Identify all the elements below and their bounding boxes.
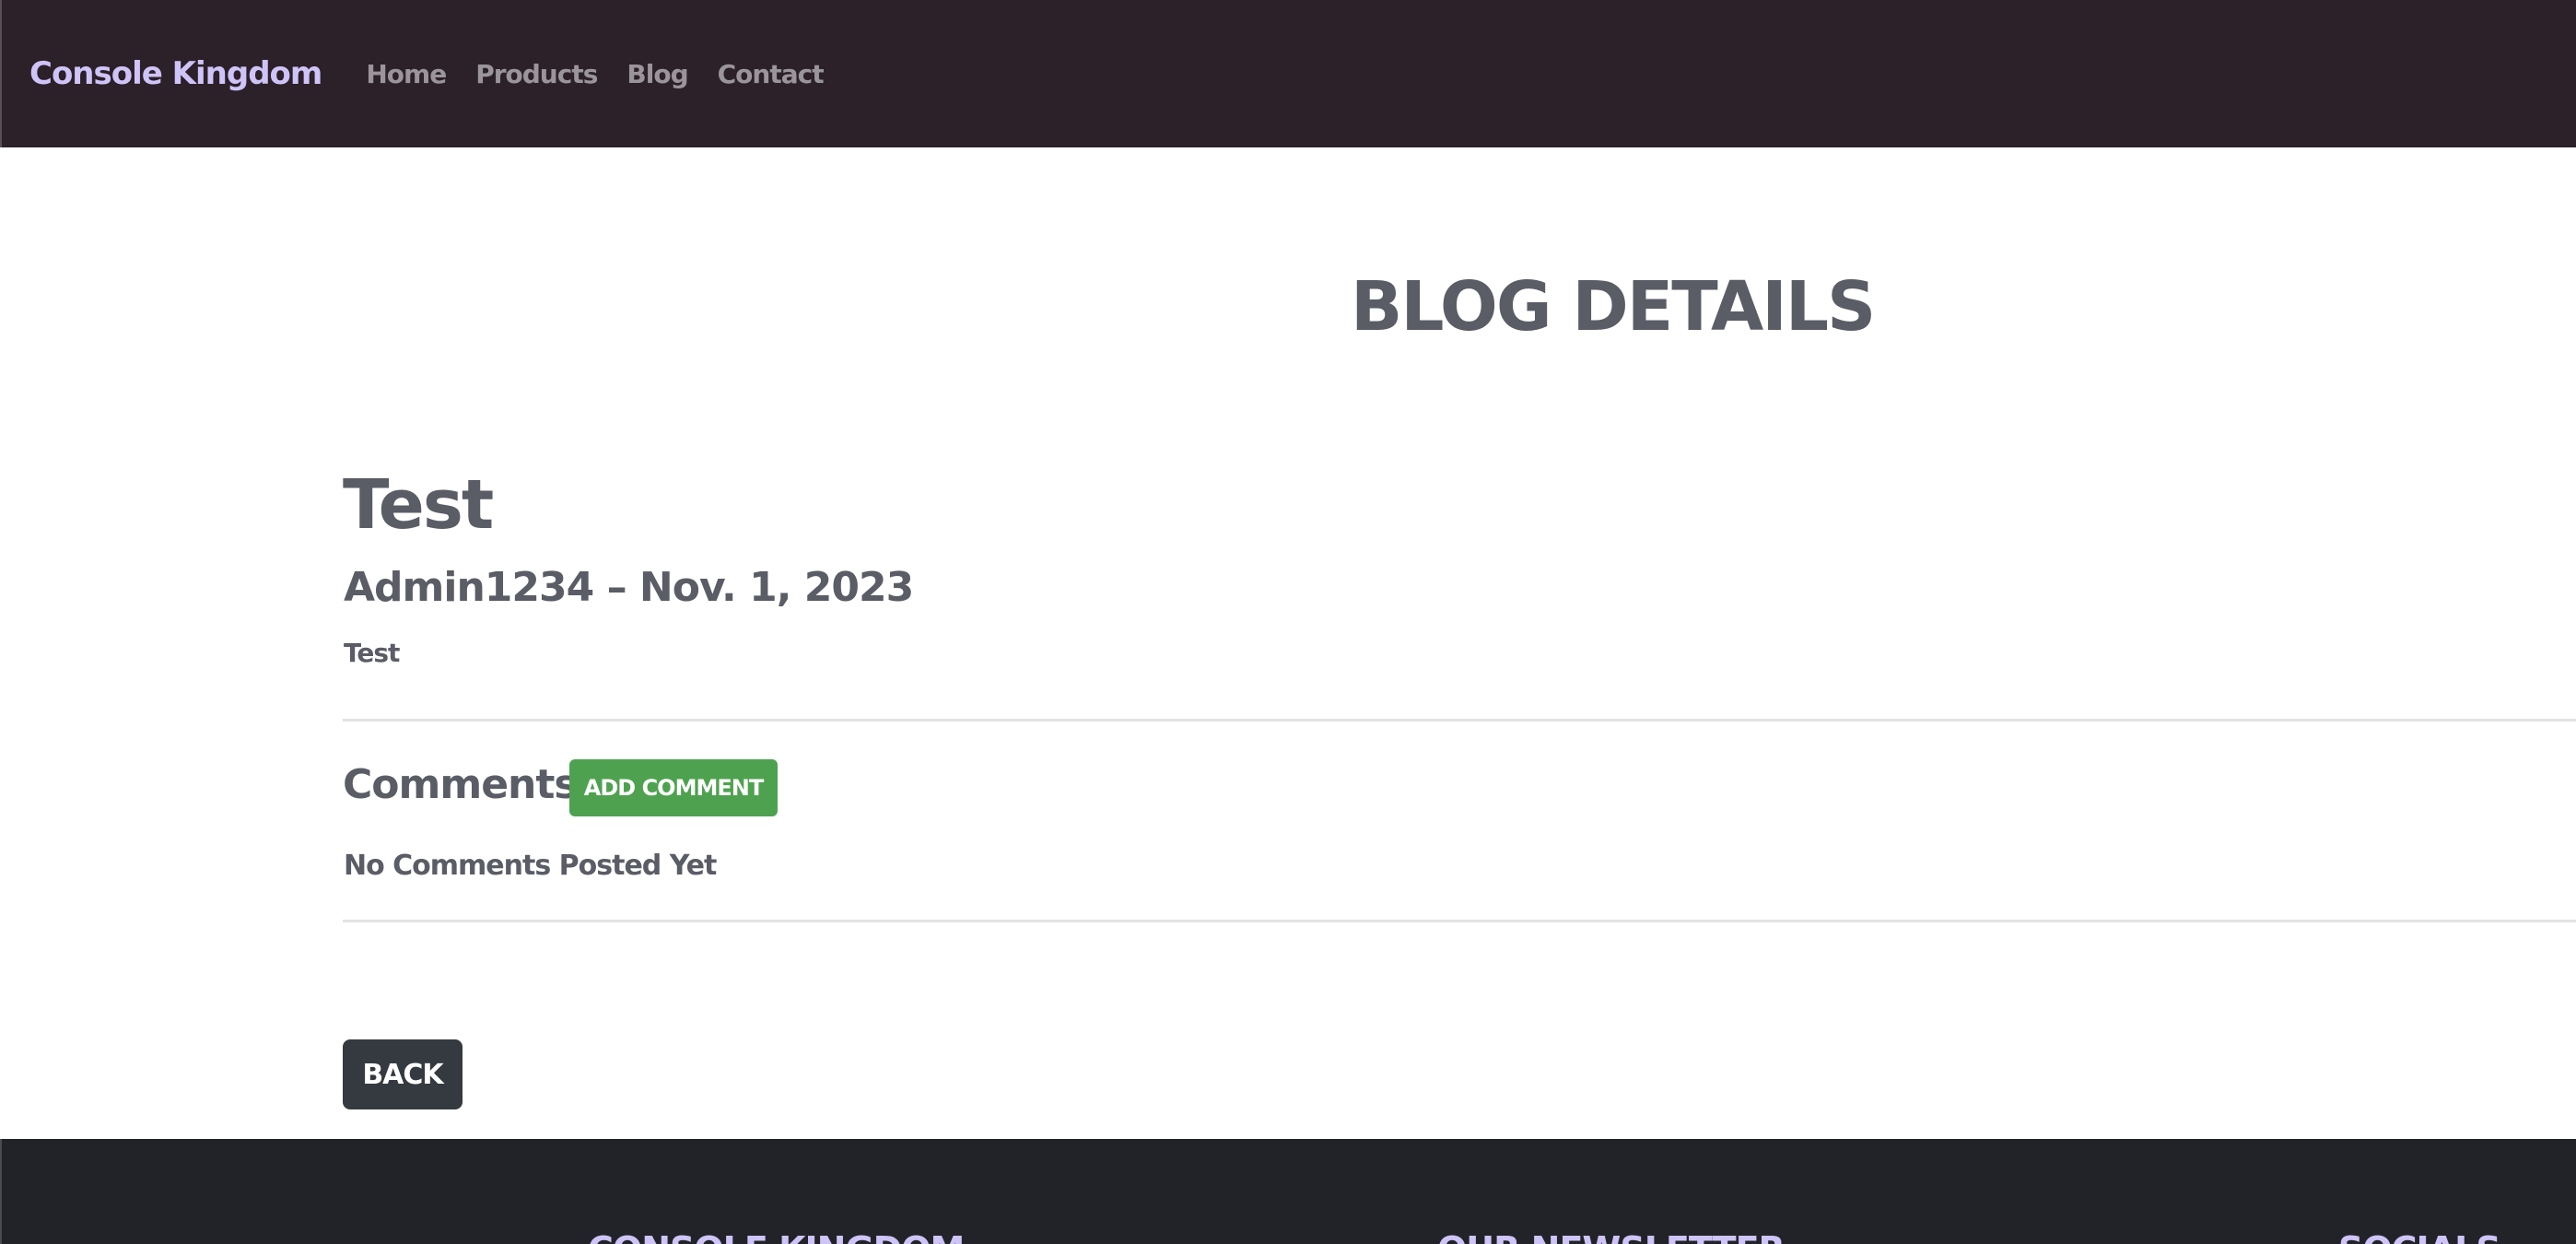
divider-bottom [343,920,2576,922]
footer-title-brand: CONSOLE KINGDOM [588,1229,965,1244]
footer-title-newsletter: OUR NEWSLETTER [1437,1229,1786,1244]
nav-link-home[interactable]: Home [366,59,447,89]
back-button[interactable]: BACK [343,1039,463,1109]
footer: CONSOLE KINGDOM OUR NEWSLETTER SOCIALS [0,1139,2576,1244]
add-comment-button[interactable]: ADD COMMENT [569,759,778,816]
divider-top [343,719,2576,722]
post-title: Test [343,465,494,545]
comments-heading: Comments: [343,761,593,808]
top-navbar: Console Kingdom Home Products Blog Conta… [0,0,2576,147]
post-body: Test [344,638,400,668]
nav-link-products[interactable]: Products [475,59,598,89]
page-title: BLOG DETAILS [1351,267,1876,346]
post-meta: Admin1234 – Nov. 1, 2023 [344,564,914,611]
no-comments-text: No Comments Posted Yet [344,850,717,882]
nav-link-contact[interactable]: Contact [718,59,825,89]
brand-link[interactable]: Console Kingdom [29,55,322,92]
nav-link-blog[interactable]: Blog [626,59,688,89]
footer-title-socials: SOCIALS [2338,1229,2501,1244]
